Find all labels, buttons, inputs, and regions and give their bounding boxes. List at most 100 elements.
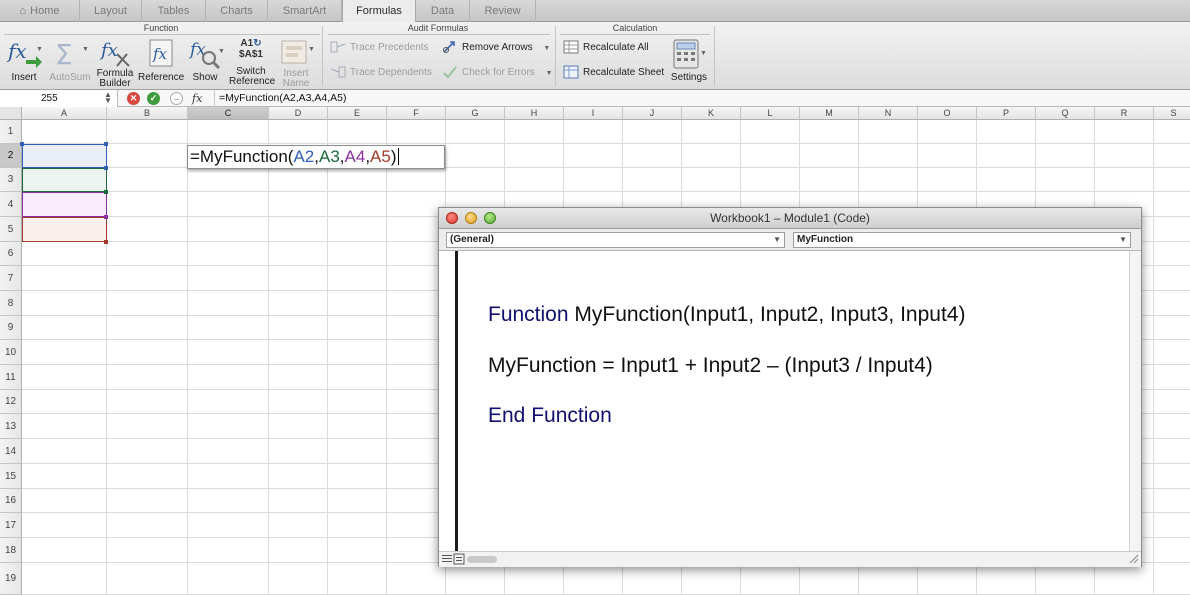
cell-c2-editor[interactable]: =MyFunction(A2,A3,A4,A5) xyxy=(187,145,445,169)
column-header[interactable]: H xyxy=(505,107,564,120)
confirm-edit-icon[interactable]: ✓ xyxy=(147,92,160,105)
column-header[interactable]: K xyxy=(682,107,741,120)
row-header[interactable]: 18 xyxy=(0,538,22,563)
row-header[interactable]: 16 xyxy=(0,489,22,513)
row-header[interactable]: 17 xyxy=(0,513,22,538)
reference-button[interactable]: fx Reference xyxy=(138,38,184,88)
function-wizard-icon[interactable]: – xyxy=(170,92,183,105)
row-header[interactable]: 9 xyxy=(0,316,22,340)
column-header[interactable]: F xyxy=(387,107,446,120)
vertical-scrollbar[interactable] xyxy=(1129,251,1141,551)
row-header[interactable]: 10 xyxy=(0,340,22,365)
column-header[interactable]: B xyxy=(107,107,188,120)
recalculate-all-button[interactable]: Recalculate All xyxy=(563,40,649,56)
close-window-icon[interactable] xyxy=(446,212,458,224)
code-editor[interactable]: Function MyFunction(Input1, Input2, Inpu… xyxy=(458,251,1129,551)
column-header[interactable]: P xyxy=(977,107,1036,120)
tab-home[interactable]: ⌂ Home xyxy=(0,0,80,22)
row-header[interactable]: 14 xyxy=(0,439,22,464)
code-window-title: Workbook1 – Module1 (Code) xyxy=(710,211,870,225)
tab-tables[interactable]: Tables xyxy=(142,0,206,22)
code-window-titlebar[interactable]: Workbook1 – Module1 (Code) xyxy=(439,208,1141,229)
row-header[interactable]: 19 xyxy=(0,563,22,595)
tab-layout[interactable]: Layout xyxy=(80,0,142,22)
column-header[interactable]: O xyxy=(918,107,977,120)
row-header[interactable]: 12 xyxy=(0,390,22,414)
column-header[interactable]: A xyxy=(22,107,107,120)
trace-dependents-button[interactable]: Trace Dependents xyxy=(330,65,432,81)
row-header[interactable]: 7 xyxy=(0,266,22,291)
full-module-view-icon[interactable] xyxy=(453,553,465,565)
row-header[interactable]: 4 xyxy=(0,192,22,217)
code-text: MyFunction(Input1, Input2, Input3, Input… xyxy=(568,303,966,326)
procedure-dropdown[interactable]: MyFunction ▼ xyxy=(793,232,1131,248)
chevron-down-icon: ▼ xyxy=(1119,235,1127,244)
column-header[interactable]: I xyxy=(564,107,623,120)
tab-charts[interactable]: Charts xyxy=(206,0,268,22)
horizontal-scroll-thumb[interactable] xyxy=(467,556,497,563)
column-header[interactable]: R xyxy=(1095,107,1154,120)
tab-tables-label: Tables xyxy=(157,5,190,17)
check-errors-button[interactable]: Check for Errors ▼ xyxy=(442,65,553,81)
tab-data-label: Data xyxy=(430,5,455,17)
remove-arrows-button[interactable]: Remove Arrows ▼ xyxy=(442,40,550,56)
ref-handle[interactable] xyxy=(104,142,108,146)
ref-handle[interactable] xyxy=(104,190,108,194)
ref-handle[interactable] xyxy=(104,215,108,219)
tab-data[interactable]: Data xyxy=(416,0,470,22)
ref-handle[interactable] xyxy=(104,166,108,170)
resize-grip-icon[interactable] xyxy=(1129,554,1139,564)
column-header[interactable]: Q xyxy=(1036,107,1095,120)
recalculate-sheet-button[interactable]: Recalculate Sheet xyxy=(563,65,664,81)
autosum-button[interactable]: Σ ▼ AutoSum xyxy=(48,38,92,88)
show-label: Show xyxy=(192,72,218,83)
column-header[interactable]: N xyxy=(859,107,918,120)
row-header[interactable]: 5 xyxy=(0,217,22,242)
group-separator xyxy=(714,26,715,86)
column-header[interactable]: C xyxy=(188,107,269,120)
column-header[interactable]: D xyxy=(269,107,328,120)
object-dropdown[interactable]: (General) ▼ xyxy=(446,232,785,248)
column-header[interactable]: L xyxy=(741,107,800,120)
column-header[interactable]: M xyxy=(800,107,859,120)
show-button[interactable]: fx ▼ Show xyxy=(186,38,228,88)
row-header[interactable]: 2 xyxy=(0,144,22,168)
row-header[interactable]: 6 xyxy=(0,242,22,266)
ref-handle[interactable] xyxy=(20,142,24,146)
insert-function-button[interactable]: fx ▼ Insert xyxy=(4,38,44,88)
row-header[interactable]: 11 xyxy=(0,365,22,390)
calculation-settings-button[interactable]: ▼ Settings xyxy=(668,38,710,88)
row-header[interactable]: 13 xyxy=(0,414,22,439)
recalculate-all-icon xyxy=(563,40,579,54)
minimize-window-icon[interactable] xyxy=(465,212,477,224)
tab-smartart[interactable]: SmartArt xyxy=(268,0,342,22)
column-header[interactable]: E xyxy=(328,107,387,120)
column-header[interactable]: J xyxy=(623,107,682,120)
formula-builder-button[interactable]: fx Formula Builder xyxy=(94,38,136,89)
horizontal-scrollbar[interactable] xyxy=(439,551,1141,567)
name-box[interactable]: 255 xyxy=(0,90,118,107)
insert-function-dropdown-icon: ▼ xyxy=(36,46,43,53)
insert-function-label: Insert xyxy=(11,72,37,83)
switch-reference-button[interactable]: A1↻ $A$1 Switch Reference xyxy=(229,38,275,90)
vba-code-window: Workbook1 – Module1 (Code) (General) ▼ My… xyxy=(438,207,1142,567)
name-box-stepper-icon[interactable]: ▲ ▼ xyxy=(104,91,112,105)
select-all-corner[interactable] xyxy=(0,107,22,120)
row-header[interactable]: 1 xyxy=(0,120,22,144)
ref-handle[interactable] xyxy=(104,240,108,244)
zoom-window-icon[interactable] xyxy=(484,212,496,224)
group-title-function: Function xyxy=(143,23,179,33)
tab-formulas[interactable]: Formulas xyxy=(342,0,416,23)
formula-input[interactable]: =MyFunction(A2,A3,A4,A5) xyxy=(214,90,347,107)
trace-precedents-button[interactable]: Trace Precedents xyxy=(330,40,429,56)
row-header[interactable]: 8 xyxy=(0,291,22,316)
cancel-edit-icon[interactable]: ✕ xyxy=(127,92,140,105)
procedure-view-icon[interactable] xyxy=(441,553,453,565)
row-header[interactable]: 3 xyxy=(0,168,22,192)
insert-name-button[interactable]: ▼ Insert Name xyxy=(275,38,317,89)
row-header[interactable]: 15 xyxy=(0,464,22,489)
insert-name-dropdown-icon: ▼ xyxy=(308,46,315,53)
column-header[interactable]: G xyxy=(446,107,505,120)
column-header[interactable]: S xyxy=(1154,107,1190,120)
tab-review[interactable]: Review xyxy=(470,0,536,22)
